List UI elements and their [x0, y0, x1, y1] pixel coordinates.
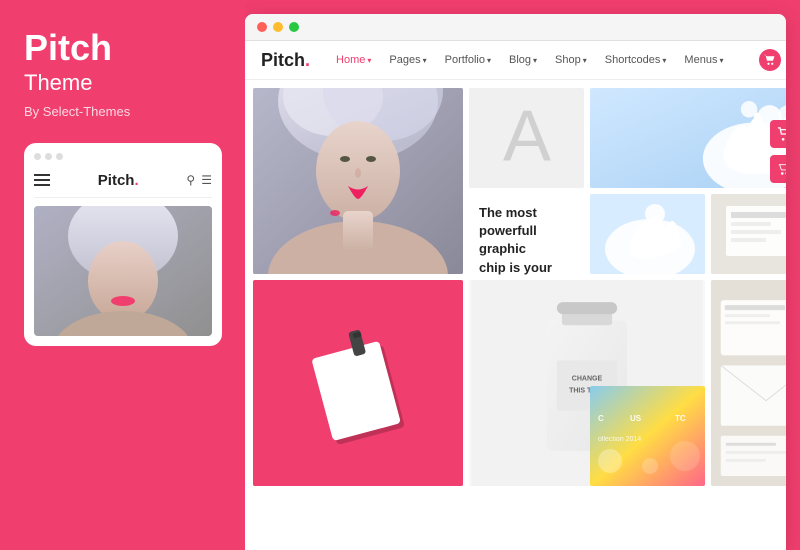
- svg-text:ollection 2014: ollection 2014: [598, 436, 641, 443]
- grid-cell-colorful: C US TC ollection 2014: [590, 386, 705, 486]
- mobile-fashion-svg: [34, 206, 212, 336]
- grid-cell-stationery-top: [711, 194, 786, 274]
- theme-title: Pitch Theme: [24, 28, 221, 96]
- milk-small-svg: [590, 194, 705, 274]
- svg-text:CHANGE: CHANGE: [572, 375, 603, 382]
- colorful-svg: C US TC ollection 2014: [590, 386, 705, 486]
- hamburger-icon[interactable]: [34, 174, 50, 186]
- mobile-logo-dot: .: [134, 172, 138, 189]
- nav-item-portfolio[interactable]: Portfolio ▾: [445, 54, 491, 66]
- grid-cell-milk-splash: [590, 88, 786, 188]
- site-nav: Pitch. Home ▾ Pages ▾ Portfolio ▾ Blog ▾…: [245, 41, 786, 80]
- nav-item-menus[interactable]: Menus ▾: [684, 54, 723, 66]
- cart-icon-2: [777, 162, 786, 176]
- svg-text:A: A: [502, 97, 550, 177]
- author-label: By Select-Themes: [24, 104, 221, 119]
- stationery-svg: [711, 194, 786, 274]
- browser-dot-green: [289, 22, 299, 32]
- cart-icon: [777, 127, 786, 141]
- cart-icon[interactable]: [759, 49, 781, 71]
- mobile-nav: Pitch. ⚲ ☰: [34, 168, 212, 198]
- chevron-down-icon: ▾: [487, 56, 491, 65]
- chevron-down-icon: ▾: [367, 56, 371, 65]
- mobile-dots: [34, 153, 212, 160]
- mobile-mockup: Pitch. ⚲ ☰: [24, 143, 222, 346]
- chevron-down-icon: ▾: [533, 56, 537, 65]
- nav-item-blog[interactable]: Blog ▾: [509, 54, 537, 66]
- svg-text:C: C: [598, 414, 604, 423]
- chevron-down-icon: ▾: [719, 56, 723, 65]
- card-mockup-svg: [253, 280, 463, 486]
- grid-cell-stationery-bottom: [711, 280, 786, 486]
- nav-item-shop[interactable]: Shop ▾: [555, 54, 587, 66]
- mobile-menu-icon[interactable]: ☰: [201, 173, 212, 187]
- grid-cell-letter-a: A: [469, 88, 584, 188]
- fashion-image: [253, 88, 463, 274]
- browser-dot-yellow: [273, 22, 283, 32]
- stationery-bottom-svg: [711, 280, 786, 486]
- mobile-logo: Pitch.: [98, 172, 139, 189]
- letter-a-svg: A: [487, 93, 567, 183]
- mobile-dot-1: [34, 153, 41, 160]
- mobile-search-icon[interactable]: ⚲: [186, 173, 195, 187]
- side-cart-icon-2[interactable]: [770, 155, 786, 183]
- site-logo: Pitch.: [261, 50, 310, 71]
- browser-panel: Pitch. Home ▾ Pages ▾ Portfolio ▾ Blog ▾…: [245, 14, 786, 550]
- grid-cell-milk-small: [590, 194, 705, 274]
- side-cart-icon-1[interactable]: [770, 120, 786, 148]
- mobile-icons: ⚲ ☰: [186, 173, 212, 187]
- cart-svg: [764, 54, 776, 66]
- milk-splash-svg: [590, 88, 786, 188]
- browser-dot-red: [257, 22, 267, 32]
- svg-text:US: US: [630, 414, 642, 423]
- masonry-grid-area: A: [245, 80, 786, 550]
- grid-cell-card-mockup: [253, 280, 463, 486]
- browser-bar: [245, 14, 786, 41]
- nav-item-home[interactable]: Home ▾: [336, 54, 371, 66]
- mobile-hero-image: [34, 206, 212, 336]
- mobile-dot-3: [56, 153, 63, 160]
- grid-cell-fashion: [253, 88, 463, 274]
- chevron-down-icon: ▾: [583, 56, 587, 65]
- site-logo-dot: .: [305, 50, 310, 70]
- masonry-grid: A: [253, 88, 778, 542]
- nav-item-pages[interactable]: Pages ▾: [389, 54, 426, 66]
- left-panel: Pitch Theme By Select-Themes Pitch. ⚲ ☰: [0, 0, 245, 550]
- mobile-dot-2: [45, 153, 52, 160]
- title-pitch: Pitch: [24, 28, 221, 68]
- nav-icons: ⚲ ☰: [759, 49, 786, 71]
- title-theme: Theme: [24, 70, 221, 96]
- stationery-image: [711, 194, 786, 274]
- chevron-down-icon: ▾: [423, 56, 427, 65]
- chevron-down-icon: ▾: [662, 56, 666, 65]
- nav-item-shortcodes[interactable]: Shortcodes ▾: [605, 54, 667, 66]
- svg-text:TC: TC: [675, 414, 686, 423]
- mobile-hero-figure: [34, 206, 212, 336]
